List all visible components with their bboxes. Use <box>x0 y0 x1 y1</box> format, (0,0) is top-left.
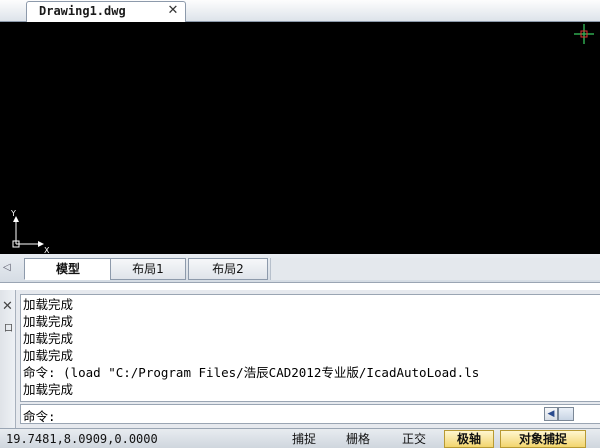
layout-tab-bar: ◁ 模型 布局1 布局2 <box>0 254 600 283</box>
tab-layout1[interactable]: 布局1 <box>110 258 186 280</box>
command-window-handle[interactable]: ✕ 口 <box>0 290 16 428</box>
document-tab-title: Drawing1.dwg <box>39 4 126 18</box>
polar-toggle-button[interactable]: 极轴 <box>444 430 494 448</box>
scroll-thumb[interactable] <box>558 407 574 421</box>
command-prompt: 命令: <box>23 409 56 424</box>
crosshair-cursor-icon <box>574 24 594 44</box>
object-snap-toggle-button[interactable]: 对象捕捉 <box>500 430 586 448</box>
command-history-line: 加载完成 <box>23 297 74 312</box>
command-history-line: 加载完成 <box>23 382 74 397</box>
scroll-left-icon[interactable]: ◀ <box>544 407 558 421</box>
ucs-y-label: Y <box>10 209 16 218</box>
tab-model[interactable]: 模型 <box>24 258 112 280</box>
command-history-line: 加载完成 <box>23 314 74 329</box>
tab-scroll-left-icon[interactable]: ◁ <box>3 261 15 275</box>
snap-toggle-button[interactable]: 捕捉 <box>280 430 328 448</box>
status-bar: 19.7481,8.0909,0.0000 捕捉 栅格 正交 极轴 对象捕捉 <box>0 428 600 448</box>
document-tab-bar: Drawing1.dwg ✕ <box>0 0 600 22</box>
horizontal-scroll-area[interactable] <box>270 258 600 280</box>
command-input[interactable]: 命令: ◀ <box>20 404 600 424</box>
drawing-canvas[interactable]: Y X <box>0 22 600 254</box>
command-history-line: 命令: (load "C:/Program Files/浩辰CAD2012专业版… <box>23 365 480 380</box>
command-history-line: 加载完成 <box>23 331 74 346</box>
ucs-x-label: X <box>44 246 50 254</box>
tab-layout2[interactable]: 布局2 <box>188 258 268 280</box>
close-icon[interactable]: ✕ <box>165 3 181 19</box>
ortho-toggle-button[interactable]: 正交 <box>390 430 438 448</box>
command-window: ✕ 口 加载完成 加载完成 加载完成 加载完成 命令: (load "C:/Pr… <box>0 290 600 428</box>
document-tab[interactable]: Drawing1.dwg ✕ <box>26 1 186 22</box>
cursor-coordinates: 19.7481,8.0909,0.0000 <box>6 432 158 446</box>
command-history-line: 加载完成 <box>23 348 74 363</box>
ucs-axis-icon: Y X <box>10 209 50 254</box>
canvas-overlay: Y X <box>10 24 594 254</box>
close-icon[interactable]: ✕ <box>2 300 13 313</box>
pin-icon[interactable]: 口 <box>4 324 13 334</box>
grid-toggle-button[interactable]: 栅格 <box>334 430 382 448</box>
command-history: 加载完成 加载完成 加载完成 加载完成 命令: (load "C:/Progra… <box>20 294 600 402</box>
